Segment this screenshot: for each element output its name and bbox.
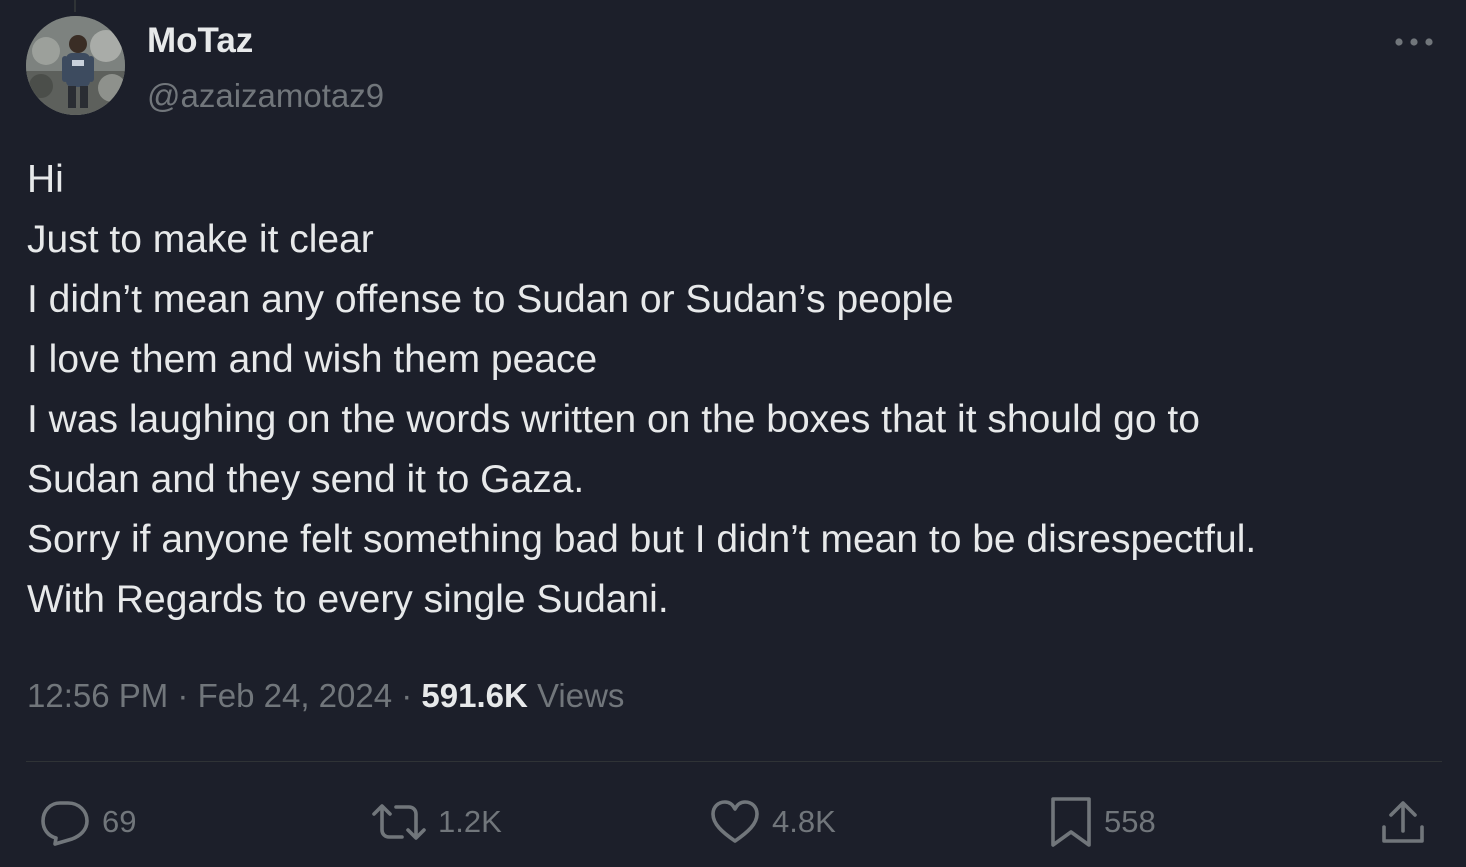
retweet-button[interactable]: 1.2K <box>370 790 502 854</box>
tweet-time[interactable]: 12:56 PM <box>27 677 168 714</box>
reply-button[interactable]: 69 <box>38 790 136 854</box>
tweet-text-line: Hi <box>27 158 64 201</box>
avatar[interactable] <box>26 16 125 115</box>
tweet-text-line: Sudan and they send it to Gaza. <box>27 458 585 501</box>
more-options-button[interactable] <box>1388 24 1440 60</box>
like-button[interactable]: 4.8K <box>708 790 836 854</box>
views-count[interactable]: 591.6K <box>421 677 527 714</box>
tweet-card: MoTaz @azaizamotaz9 Hi Just to make it c… <box>0 0 1466 867</box>
heart-icon <box>711 800 759 843</box>
tweet-text-line: Sorry if anyone felt something bad but I… <box>27 518 1257 561</box>
tweet-text-line: I love them and wish them peace <box>27 338 598 381</box>
tweet-text-line: With Regards to every single Sudani. <box>27 578 669 621</box>
like-count: 4.8K <box>772 804 836 839</box>
tweet-text-line: I was laughing on the words written on t… <box>27 398 1200 441</box>
more-horizontal-icon <box>1395 38 1433 46</box>
bookmark-icon <box>1051 797 1091 847</box>
tweet-header: MoTaz @azaizamotaz9 <box>26 16 1440 116</box>
author-display-name[interactable]: MoTaz <box>147 20 384 62</box>
meta-separator: · <box>168 677 198 714</box>
retweet-icon <box>372 804 426 840</box>
tweet-date[interactable]: Feb 24, 2024 <box>198 677 393 714</box>
meta-separator: · <box>392 677 422 714</box>
share-button[interactable] <box>1378 790 1428 854</box>
tweet-text-line: Just to make it clear <box>27 218 374 261</box>
retweet-count: 1.2K <box>438 804 502 839</box>
share-upload-icon <box>1382 801 1424 843</box>
avatar-photo <box>26 16 125 115</box>
thread-connector-line <box>74 0 76 12</box>
author-names: MoTaz @azaizamotaz9 <box>147 20 384 118</box>
tweet-text: Hi Just to make it clear I didn’t mean a… <box>27 150 1447 630</box>
reply-bubble-icon <box>41 801 89 846</box>
tweet-metadata: 12:56 PM · Feb 24, 2024 · 591.6K Views <box>27 672 624 720</box>
views-label: Views <box>537 677 625 714</box>
tweet-text-line: I didn’t mean any offense to Sudan or Su… <box>27 278 954 321</box>
author-handle[interactable]: @azaizamotaz9 <box>147 74 384 118</box>
action-bar: 69 1.2K 4.8K 558 <box>26 790 1442 854</box>
reply-count: 69 <box>102 804 137 839</box>
divider <box>26 761 1442 762</box>
bookmark-button[interactable]: 558 <box>1048 790 1156 854</box>
bookmark-count: 558 <box>1104 804 1156 839</box>
